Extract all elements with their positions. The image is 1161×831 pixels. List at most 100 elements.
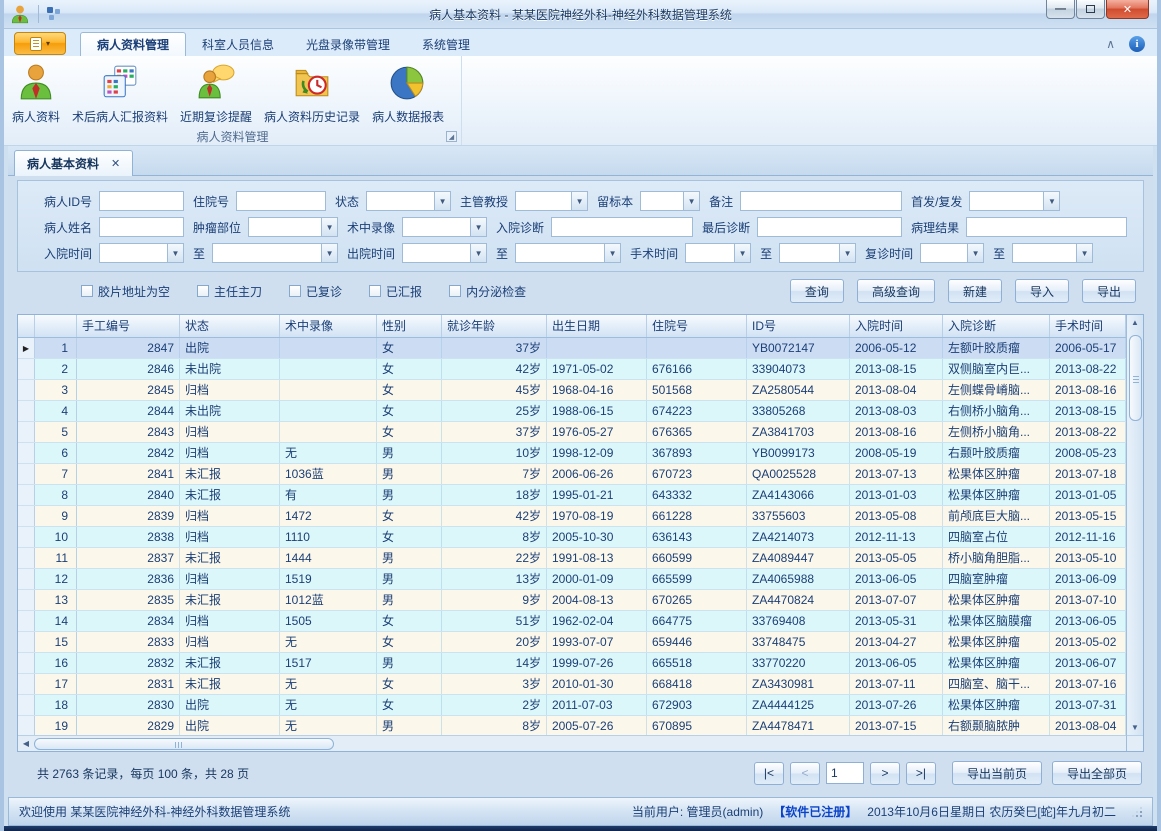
close-button[interactable]: ✕ <box>1106 0 1149 19</box>
column-header-住院号[interactable]: 住院号 <box>647 315 747 337</box>
last-page-button[interactable]: >| <box>906 762 936 785</box>
column-header-术中录像[interactable]: 术中录像 <box>280 315 377 337</box>
filter-input-入院诊断[interactable] <box>551 217 693 237</box>
filter-combo-入院时间[interactable]: ▼ <box>99 243 184 263</box>
minimize-button[interactable]: — <box>1046 0 1075 19</box>
filter-input-住院号[interactable] <box>236 191 326 211</box>
scroll-up-icon[interactable]: ▲ <box>1131 315 1139 330</box>
table-row[interactable]: 92839归档1472女42岁1970-08-19661228337556032… <box>18 506 1126 527</box>
combo-dropdown-icon[interactable]: ▼ <box>683 192 699 210</box>
checkbox-胶片地址为空[interactable]: 胶片地址为空 <box>81 283 170 300</box>
ribbon-tab-1[interactable]: 病人资料管理 <box>80 32 186 56</box>
table-row[interactable]: 82840未汇报有男18岁1995-01-21643332ZA414306620… <box>18 485 1126 506</box>
checkbox-box-icon[interactable] <box>369 285 381 297</box>
dialog-launcher-icon[interactable]: ◢ <box>446 131 457 142</box>
table-row[interactable]: 162832未汇报1517男14岁1999-07-266655183377022… <box>18 653 1126 674</box>
filter-combo-复诊时间[interactable]: ▼ <box>920 243 984 263</box>
tab-patient-basic-data[interactable]: 病人基本资料 ✕ <box>14 150 133 176</box>
filter-combo-主管教授[interactable]: ▼ <box>515 191 588 211</box>
horizontal-scroll-thumb[interactable] <box>34 738 334 750</box>
ribbon-tab-4[interactable]: 系统管理 <box>406 32 486 56</box>
combo-dropdown-icon[interactable]: ▼ <box>839 244 855 262</box>
ribbon-tab-3[interactable]: 光盘录像带管理 <box>290 32 406 56</box>
filter-combo-状态[interactable]: ▼ <box>366 191 451 211</box>
filter-input-病人姓名[interactable] <box>99 217 184 237</box>
combo-dropdown-icon[interactable]: ▼ <box>604 244 620 262</box>
ribbon-button-history-folder[interactable]: 病人资料历史记录 <box>258 60 366 127</box>
combo-dropdown-icon[interactable]: ▼ <box>967 244 983 262</box>
combo-dropdown-icon[interactable]: ▼ <box>321 218 337 236</box>
column-header-状态[interactable]: 状态 <box>180 315 280 337</box>
table-row[interactable]: 72841未汇报1036蓝男7岁2006-06-26670723QA002552… <box>18 464 1126 485</box>
scroll-left-icon[interactable]: ◀ <box>18 739 34 748</box>
ribbon-button-data-report[interactable]: 病人数据报表 <box>366 60 450 127</box>
column-header-入院时间[interactable]: 入院时间 <box>850 315 943 337</box>
filter-combo-肿瘤部位[interactable]: ▼ <box>248 217 338 237</box>
checkbox-box-icon[interactable] <box>289 285 301 297</box>
action-button-导入[interactable]: 导入 <box>1015 279 1069 303</box>
filter-input-病理结果[interactable] <box>966 217 1127 237</box>
table-row[interactable]: 102838归档1110女8岁2005-10-30636143ZA4214073… <box>18 527 1126 548</box>
maximize-button[interactable] <box>1076 0 1105 19</box>
action-button-查询[interactable]: 查询 <box>790 279 844 303</box>
column-header-手术时间[interactable]: 手术时间 <box>1050 315 1126 337</box>
column-header-出生日期[interactable]: 出生日期 <box>547 315 647 337</box>
vertical-scrollbar[interactable]: ▲ ▼ <box>1126 315 1143 735</box>
checkbox-主任主刀[interactable]: 主任主刀 <box>197 283 262 300</box>
checkbox-box-icon[interactable] <box>197 285 209 297</box>
table-row[interactable]: 192829出院无男8岁2005-07-26670895ZA4478471201… <box>18 716 1126 735</box>
table-row[interactable]: 152833归档无女20岁1993-07-0765944633748475201… <box>18 632 1126 653</box>
table-row[interactable]: 62842归档无男10岁1998-12-09367893YB0099173200… <box>18 443 1126 464</box>
tab-close-icon[interactable]: ✕ <box>111 157 120 170</box>
checkbox-内分泌检查[interactable]: 内分泌检查 <box>449 283 526 300</box>
combo-dropdown-icon[interactable]: ▼ <box>434 192 450 210</box>
checkbox-已复诊[interactable]: 已复诊 <box>289 283 342 300</box>
table-row[interactable]: 132835未汇报1012蓝男9岁2004-08-13670265ZA44708… <box>18 590 1126 611</box>
combo-dropdown-icon[interactable]: ▼ <box>1076 244 1092 262</box>
export-all-pages-button[interactable]: 导出全部页 <box>1052 761 1142 785</box>
collapse-ribbon-icon[interactable]: ∧ <box>1106 39 1115 49</box>
filter-combo-至[interactable]: ▼ <box>515 243 621 263</box>
registered-badge[interactable]: 【软件已注册】 <box>773 803 857 820</box>
scroll-down-icon[interactable]: ▼ <box>1131 720 1139 735</box>
ribbon-tab-2[interactable]: 科室人员信息 <box>186 32 290 56</box>
combo-dropdown-icon[interactable]: ▼ <box>1043 192 1059 210</box>
table-row[interactable]: 52843归档女37岁1976-05-27676365ZA38417032013… <box>18 422 1126 443</box>
combo-dropdown-icon[interactable]: ▼ <box>734 244 750 262</box>
resize-grip-icon[interactable] <box>1132 807 1142 817</box>
filter-combo-至[interactable]: ▼ <box>779 243 856 263</box>
filter-combo-至[interactable]: ▼ <box>1012 243 1093 263</box>
prev-page-button[interactable]: < <box>790 762 820 785</box>
table-row[interactable]: 182830出院无女2岁2011-07-03672903ZA4444125201… <box>18 695 1126 716</box>
ribbon-button-revisit-reminder[interactable]: 近期复诊提醒 <box>174 60 258 127</box>
filter-combo-留标本[interactable]: ▼ <box>640 191 700 211</box>
ribbon-button-postop-report[interactable]: 术后病人汇报资料 <box>66 60 174 127</box>
checkbox-box-icon[interactable] <box>81 285 93 297</box>
vertical-scroll-thumb[interactable] <box>1129 335 1142 421</box>
action-button-新建[interactable]: 新建 <box>948 279 1002 303</box>
checkbox-已汇报[interactable]: 已汇报 <box>369 283 422 300</box>
column-header-入院诊断[interactable]: 入院诊断 <box>943 315 1050 337</box>
table-row[interactable]: 112837未汇报1444男22岁1991-08-13660599ZA40894… <box>18 548 1126 569</box>
combo-dropdown-icon[interactable]: ▼ <box>470 218 486 236</box>
filter-combo-至[interactable]: ▼ <box>212 243 338 263</box>
column-header-ID号[interactable]: ID号 <box>747 315 850 337</box>
filter-input-备注[interactable] <box>740 191 902 211</box>
table-row[interactable]: 32845归档女45岁1968-04-16501568ZA25805442013… <box>18 380 1126 401</box>
combo-dropdown-icon[interactable]: ▼ <box>470 244 486 262</box>
action-button-高级查询[interactable]: 高级查询 <box>857 279 935 303</box>
table-row[interactable]: 22846未出院女42岁1971-05-02676166339040732013… <box>18 359 1126 380</box>
action-button-导出[interactable]: 导出 <box>1082 279 1136 303</box>
table-row[interactable]: 142834归档1505女51岁1962-02-0466477533769408… <box>18 611 1126 632</box>
next-page-button[interactable]: > <box>870 762 900 785</box>
application-menu-button[interactable]: ▾ <box>14 32 66 55</box>
first-page-button[interactable]: |< <box>754 762 784 785</box>
filter-combo-术中录像[interactable]: ▼ <box>402 217 487 237</box>
filter-input-最后诊断[interactable] <box>757 217 902 237</box>
filter-combo-出院时间[interactable]: ▼ <box>402 243 487 263</box>
combo-dropdown-icon[interactable]: ▼ <box>321 244 337 262</box>
table-row[interactable]: 172831未汇报无女3岁2010-01-30668418ZA343098120… <box>18 674 1126 695</box>
table-row[interactable]: 122836归档1519男13岁2000-01-09665599ZA406598… <box>18 569 1126 590</box>
export-current-page-button[interactable]: 导出当前页 <box>952 761 1042 785</box>
column-header-性别[interactable]: 性别 <box>377 315 442 337</box>
